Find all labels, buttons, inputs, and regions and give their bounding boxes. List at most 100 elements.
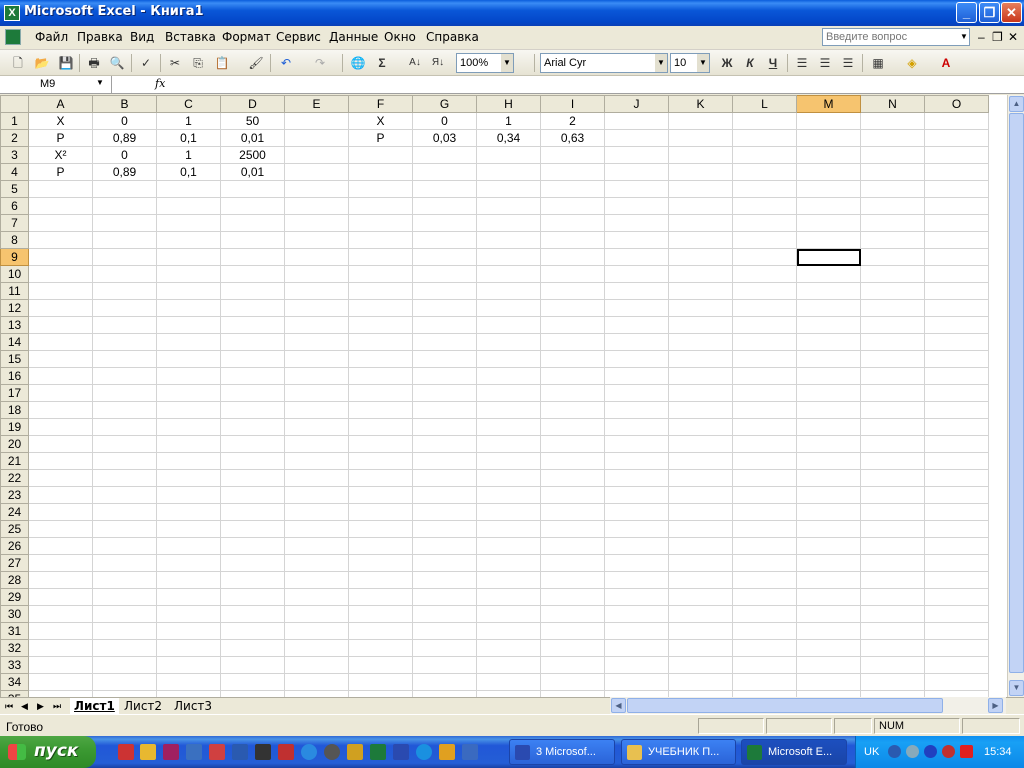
zoom-select[interactable]: 100% ▼: [456, 53, 514, 73]
cell-I5[interactable]: [540, 180, 605, 198]
format-painter-icon[interactable]: 🖌: [246, 53, 266, 73]
cell-O25[interactable]: [924, 520, 989, 538]
cell-D16[interactable]: [220, 367, 285, 385]
cell-D9[interactable]: [220, 248, 285, 266]
cell-K10[interactable]: [668, 265, 733, 283]
menu-file[interactable]: Файл: [35, 30, 68, 44]
cell-H2[interactable]: 0,34: [476, 129, 541, 147]
cell-B31[interactable]: [92, 622, 157, 640]
cell-D5[interactable]: [220, 180, 285, 198]
cell-K30[interactable]: [668, 605, 733, 623]
cell-L33[interactable]: [732, 656, 797, 674]
cell-M8[interactable]: [796, 231, 861, 249]
cell-O16[interactable]: [924, 367, 989, 385]
row-header-30[interactable]: 30: [0, 605, 29, 623]
cell-K2[interactable]: [668, 129, 733, 147]
cell-M34[interactable]: [796, 673, 861, 691]
cell-I27[interactable]: [540, 554, 605, 572]
cell-B34[interactable]: [92, 673, 157, 691]
cell-E2[interactable]: [284, 129, 349, 147]
row-header-29[interactable]: 29: [0, 588, 29, 606]
prev-sheet-icon[interactable]: ◀: [21, 701, 28, 712]
cell-M33[interactable]: [796, 656, 861, 674]
scroll-down-icon[interactable]: ▼: [1009, 680, 1024, 696]
cell-M15[interactable]: [796, 350, 861, 368]
cell-E9[interactable]: [284, 248, 349, 266]
cell-O21[interactable]: [924, 452, 989, 470]
cell-O22[interactable]: [924, 469, 989, 487]
cell-F25[interactable]: [348, 520, 413, 538]
cell-F12[interactable]: [348, 299, 413, 317]
cell-L3[interactable]: [732, 146, 797, 164]
cell-O15[interactable]: [924, 350, 989, 368]
cell-O14[interactable]: [924, 333, 989, 351]
cell-O2[interactable]: [924, 129, 989, 147]
cell-B14[interactable]: [92, 333, 157, 351]
sort-ascending-icon[interactable]: A↓: [405, 53, 425, 73]
cell-I7[interactable]: [540, 214, 605, 232]
cell-E10[interactable]: [284, 265, 349, 283]
cell-O29[interactable]: [924, 588, 989, 606]
cell-M1[interactable]: [796, 112, 861, 130]
row-header-22[interactable]: 22: [0, 469, 29, 487]
italic-button[interactable]: К: [740, 53, 760, 73]
cell-N8[interactable]: [860, 231, 925, 249]
cell-B15[interactable]: [92, 350, 157, 368]
task-word[interactable]: 3 Microsof...: [509, 739, 615, 765]
cell-K32[interactable]: [668, 639, 733, 657]
cell-K20[interactable]: [668, 435, 733, 453]
cell-K8[interactable]: [668, 231, 733, 249]
cell-A24[interactable]: [28, 503, 93, 521]
cell-I22[interactable]: [540, 469, 605, 487]
column-header-L[interactable]: L: [732, 95, 797, 113]
row-header-26[interactable]: 26: [0, 537, 29, 555]
cell-B17[interactable]: [92, 384, 157, 402]
cell-D8[interactable]: [220, 231, 285, 249]
cell-B4[interactable]: 0,89: [92, 163, 157, 181]
cell-K34[interactable]: [668, 673, 733, 691]
cell-L20[interactable]: [732, 435, 797, 453]
align-left-icon[interactable]: ☰: [792, 53, 812, 73]
cell-K28[interactable]: [668, 571, 733, 589]
cell-A13[interactable]: [28, 316, 93, 334]
cell-C13[interactable]: [156, 316, 221, 334]
row-header-13[interactable]: 13: [0, 316, 29, 334]
sort-descending-icon[interactable]: Я↓: [428, 53, 448, 73]
cell-M23[interactable]: [796, 486, 861, 504]
row-header-19[interactable]: 19: [0, 418, 29, 436]
cell-J5[interactable]: [604, 180, 669, 198]
cell-D13[interactable]: [220, 316, 285, 334]
cell-I21[interactable]: [540, 452, 605, 470]
cell-B22[interactable]: [92, 469, 157, 487]
cell-D22[interactable]: [220, 469, 285, 487]
cell-O1[interactable]: [924, 112, 989, 130]
cell-C20[interactable]: [156, 435, 221, 453]
restore-button[interactable]: ❐: [979, 2, 1000, 23]
cell-C29[interactable]: [156, 588, 221, 606]
cell-F2[interactable]: P: [348, 129, 413, 147]
quicklaunch-word-icon[interactable]: [393, 744, 409, 760]
row-header-10[interactable]: 10: [0, 265, 29, 283]
cell-I4[interactable]: [540, 163, 605, 181]
cell-N4[interactable]: [860, 163, 925, 181]
cell-G20[interactable]: [412, 435, 477, 453]
menu-window[interactable]: Окно: [384, 30, 416, 44]
cell-I3[interactable]: [540, 146, 605, 164]
cell-D20[interactable]: [220, 435, 285, 453]
cell-B32[interactable]: [92, 639, 157, 657]
cell-N19[interactable]: [860, 418, 925, 436]
cell-E1[interactable]: [284, 112, 349, 130]
cell-J16[interactable]: [604, 367, 669, 385]
cell-L11[interactable]: [732, 282, 797, 300]
align-center-icon[interactable]: ☰: [815, 53, 835, 73]
cell-D24[interactable]: [220, 503, 285, 521]
cell-N31[interactable]: [860, 622, 925, 640]
cell-J15[interactable]: [604, 350, 669, 368]
row-header-14[interactable]: 14: [0, 333, 29, 351]
cell-M9[interactable]: [796, 248, 861, 266]
cell-O10[interactable]: [924, 265, 989, 283]
cell-O13[interactable]: [924, 316, 989, 334]
cell-E22[interactable]: [284, 469, 349, 487]
cell-H24[interactable]: [476, 503, 541, 521]
row-header-17[interactable]: 17: [0, 384, 29, 402]
